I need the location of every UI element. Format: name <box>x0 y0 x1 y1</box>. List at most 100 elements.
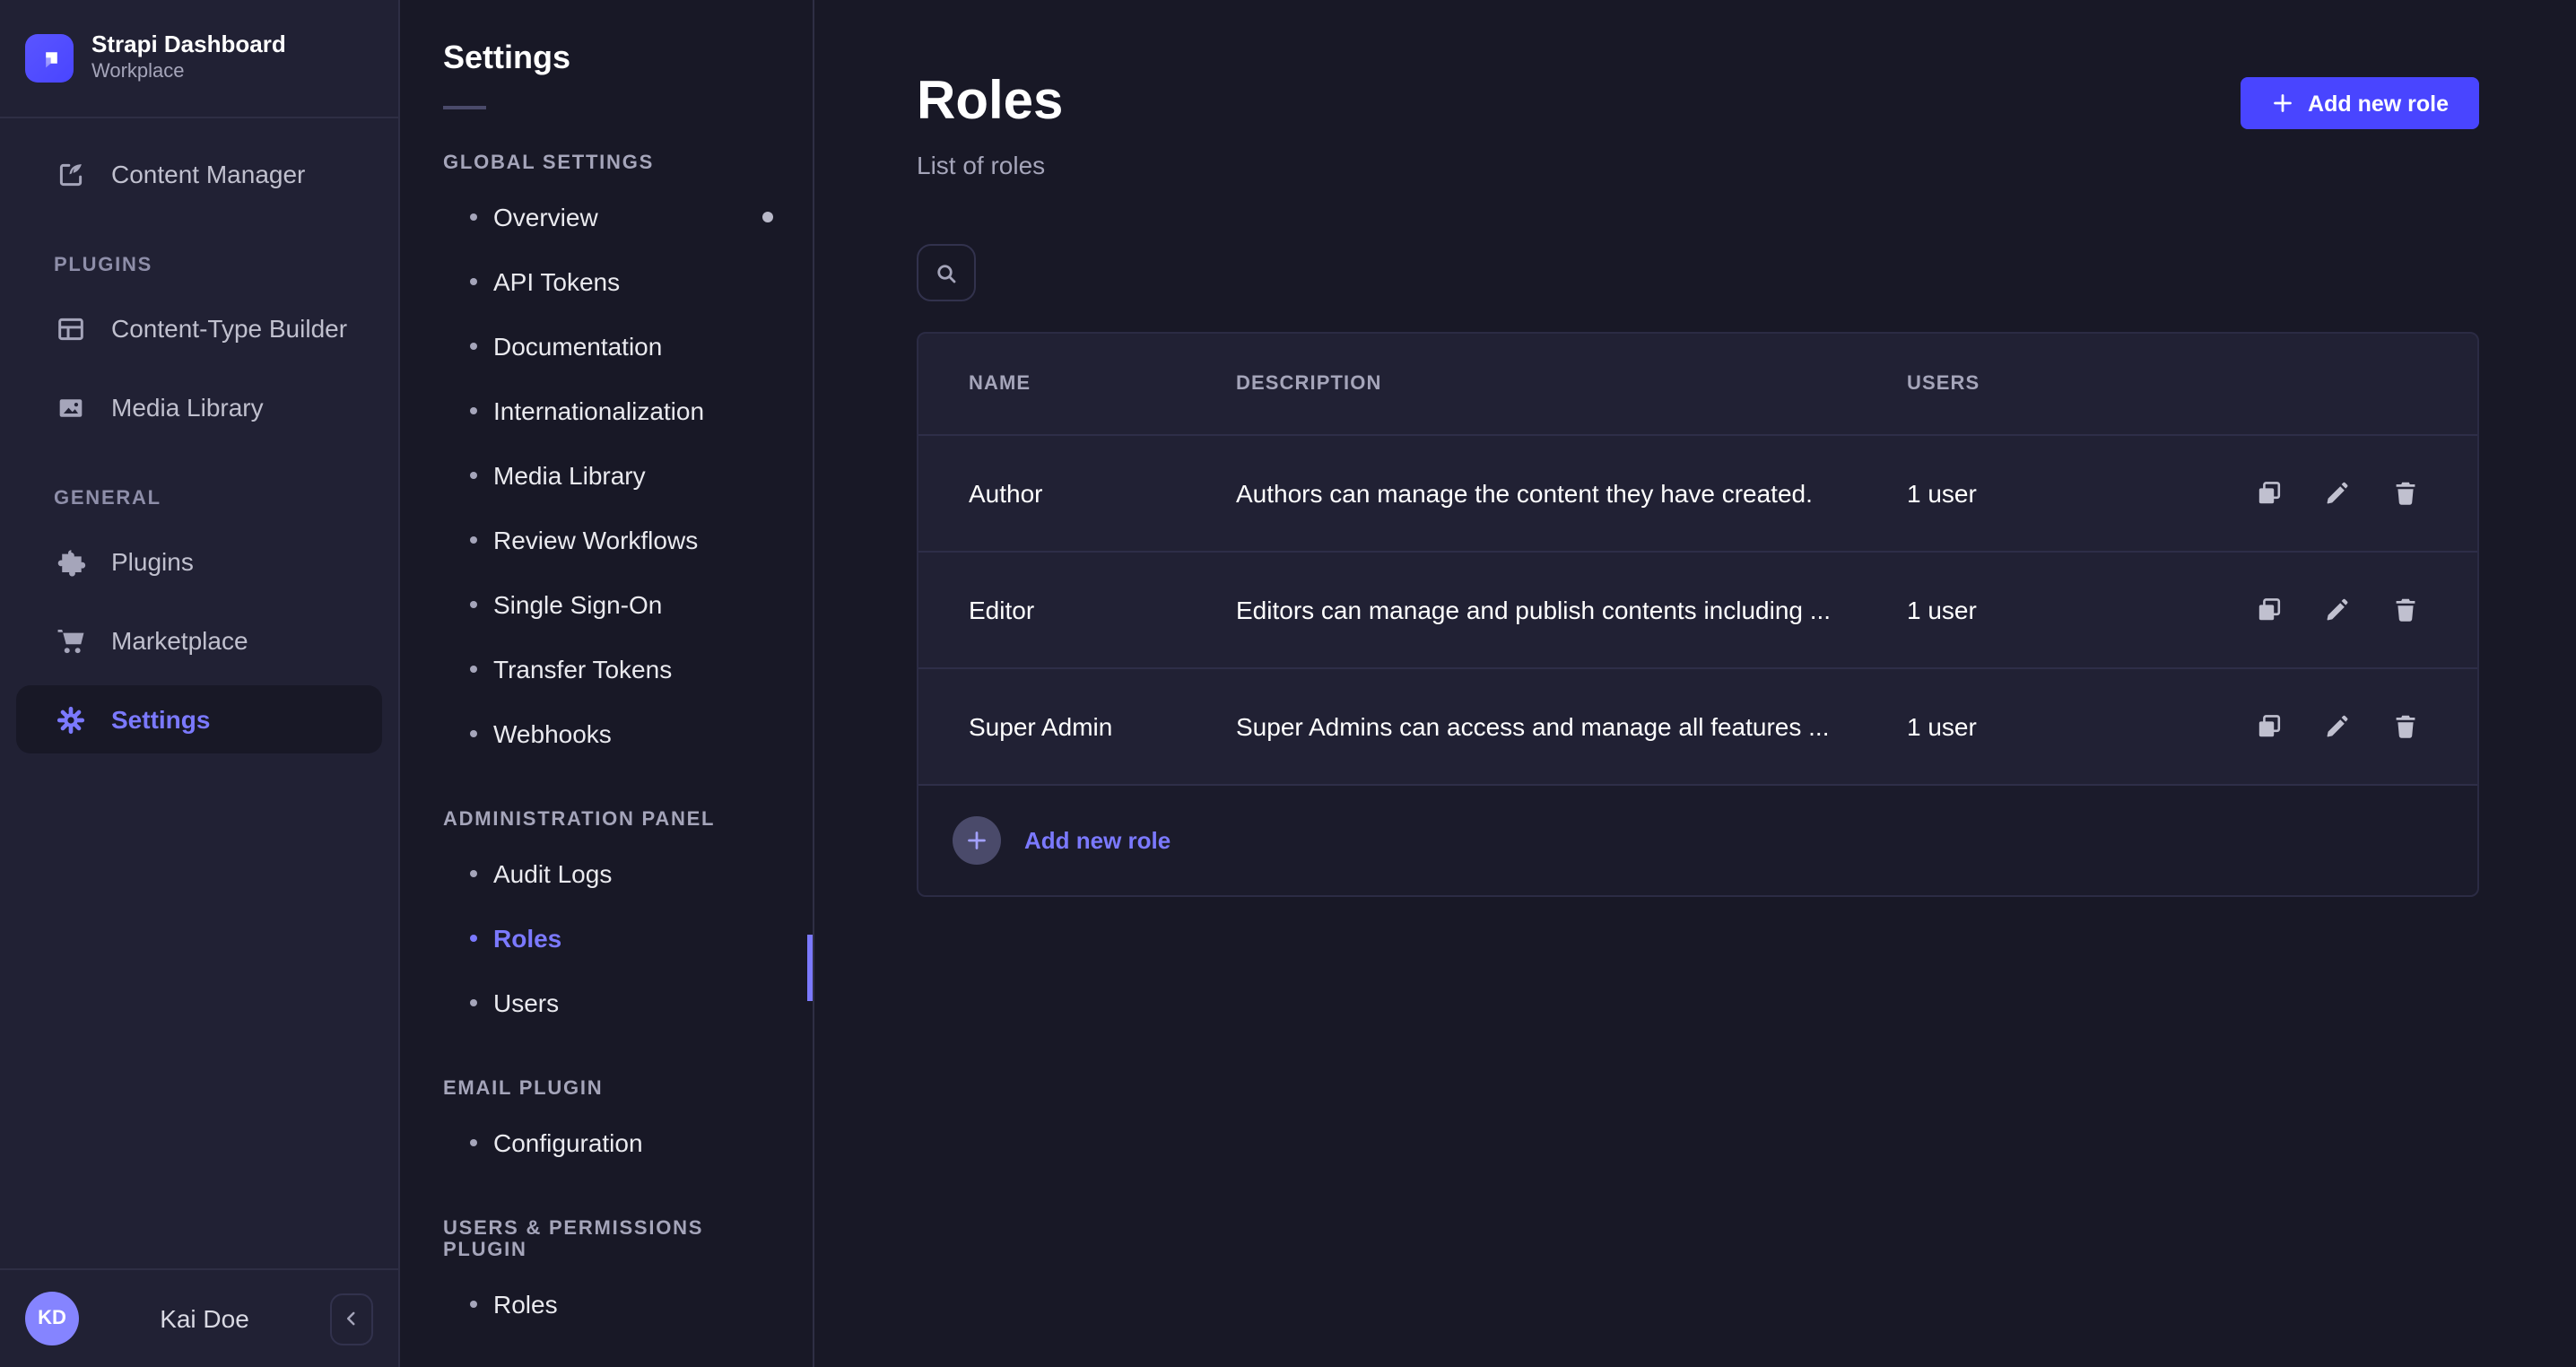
subnav-item-label: Webhooks <box>493 719 612 748</box>
subnav-section-global-settings: GLOBAL SETTINGS <box>443 152 770 174</box>
subnav-section-users-permissions-plugin: USERS & PERMISSIONS PLUGIN <box>443 1218 770 1261</box>
collapse-sidebar-button[interactable] <box>330 1293 373 1345</box>
delete-role-button[interactable] <box>2389 478 2420 509</box>
subnav-item-transfer-tokens[interactable]: Transfer Tokens <box>400 637 813 701</box>
subnav-section-email-plugin: EMAIL PLUGIN <box>443 1078 770 1100</box>
roles-table: NAME DESCRIPTION USERS Author Authors ca… <box>917 332 2479 897</box>
bullet-icon <box>470 472 477 479</box>
role-users: 1 user <box>1907 712 2242 741</box>
duplicate-icon <box>2254 596 2283 624</box>
active-item-indicator <box>807 935 813 1001</box>
edit-role-button[interactable] <box>2321 595 2352 625</box>
subnav-item-internationalization[interactable]: Internationalization <box>400 379 813 443</box>
subnav-item-label: Overview <box>493 203 598 231</box>
trash-icon <box>2390 479 2419 508</box>
role-description: Authors can manage the content they have… <box>1236 479 1907 508</box>
brand-block[interactable]: Strapi Dashboard Workplace <box>0 0 398 118</box>
bullet-icon <box>470 666 477 673</box>
edit-role-button[interactable] <box>2321 711 2352 742</box>
add-new-role-button[interactable]: Add new role <box>2240 77 2479 129</box>
media-library-icon <box>54 391 86 423</box>
bullet-icon <box>470 935 477 942</box>
subnav-item-single-sign-on[interactable]: Single Sign-On <box>400 572 813 637</box>
row-actions <box>2242 478 2477 509</box>
subnav-item-label: Configuration <box>493 1128 643 1157</box>
sidebar-item-label: Media Library <box>111 393 264 422</box>
table-footer-add-role[interactable]: Add new role <box>918 784 2477 895</box>
sidebar-item-label: Settings <box>111 705 210 734</box>
role-description: Editors can manage and publish contents … <box>1236 596 1907 624</box>
duplicate-role-button[interactable] <box>2253 711 2284 742</box>
subnav-item-media-library[interactable]: Media Library <box>400 443 813 508</box>
subnav-item-overview[interactable]: Overview <box>400 185 813 249</box>
subnav-item-label: Transfer Tokens <box>493 655 672 684</box>
settings-subnav: Settings GLOBAL SETTINGS Overview API To… <box>400 0 814 1367</box>
duplicate-icon <box>2254 712 2283 741</box>
delete-role-button[interactable] <box>2389 711 2420 742</box>
bullet-icon <box>470 730 477 737</box>
subnav-divider <box>443 106 486 109</box>
subnav-item-roles[interactable]: Roles <box>400 906 813 971</box>
content-manager-icon <box>54 158 86 190</box>
subnav-title: Settings <box>443 39 813 77</box>
subnav-item-review-workflows[interactable]: Review Workflows <box>400 508 813 572</box>
subnav-item-audit-logs[interactable]: Audit Logs <box>400 841 813 906</box>
subnav-item-api-tokens[interactable]: API Tokens <box>400 249 813 314</box>
bullet-icon <box>470 601 477 608</box>
subnav-item-up-roles[interactable]: Roles <box>400 1272 813 1337</box>
sidebar-user-footer: KD Kai Doe <box>0 1268 398 1367</box>
subnav-item-label: Audit Logs <box>493 859 612 888</box>
user-avatar[interactable]: KD <box>25 1292 79 1345</box>
main-content: Roles List of roles Add new role <box>814 0 2576 1367</box>
content-type-builder-icon <box>54 312 86 344</box>
delete-role-button[interactable] <box>2389 595 2420 625</box>
brand-subtitle: Workplace <box>91 60 286 86</box>
table-header-row: NAME DESCRIPTION USERS <box>918 334 2477 434</box>
subnav-item-configuration[interactable]: Configuration <box>400 1110 813 1175</box>
column-header-users: USERS <box>1907 373 2242 395</box>
sidebar-item-marketplace[interactable]: Marketplace <box>16 606 382 675</box>
table-row-author[interactable]: Author Authors can manage the content th… <box>918 434 2477 551</box>
plus-circle-icon <box>953 816 1001 865</box>
role-name: Author <box>969 479 1236 508</box>
sidebar-item-settings[interactable]: Settings <box>16 685 382 753</box>
column-header-description: DESCRIPTION <box>1236 373 1907 395</box>
subnav-section-administration-panel: ADMINISTRATION PANEL <box>443 809 770 831</box>
bullet-icon <box>470 343 477 350</box>
strapi-dashboard-app: Strapi Dashboard Workplace Content Manag… <box>0 0 2576 1367</box>
duplicate-role-button[interactable] <box>2253 478 2284 509</box>
subnav-item-documentation[interactable]: Documentation <box>400 314 813 379</box>
sidebar-item-media-library[interactable]: Media Library <box>16 373 382 441</box>
search-button[interactable] <box>917 244 976 301</box>
brand-title: Strapi Dashboard <box>91 30 286 60</box>
sidebar-item-label: Content Manager <box>111 160 305 188</box>
page-title-block: Roles List of roles <box>917 72 1063 179</box>
page-subtitle: List of roles <box>917 151 1063 179</box>
subnav-item-label: Internationalization <box>493 396 704 425</box>
user-name: Kai Doe <box>79 1304 330 1333</box>
role-name: Super Admin <box>969 712 1236 741</box>
duplicate-role-button[interactable] <box>2253 595 2284 625</box>
sidebar-item-plugins[interactable]: Plugins <box>16 527 382 596</box>
edit-pencil-icon <box>2322 712 2351 741</box>
strapi-logo-icon <box>25 34 74 83</box>
page-title: Roles <box>917 72 1063 133</box>
sidebar-item-content-type-builder[interactable]: Content-Type Builder <box>16 294 382 362</box>
sidebar-item-label: Marketplace <box>111 626 248 655</box>
row-actions <box>2242 711 2477 742</box>
table-row-editor[interactable]: Editor Editors can manage and publish co… <box>918 551 2477 667</box>
footer-add-role-label: Add new role <box>1024 827 1171 854</box>
chevron-left-icon <box>339 1306 364 1331</box>
subnav-item-webhooks[interactable]: Webhooks <box>400 701 813 766</box>
subnav-item-label: API Tokens <box>493 267 620 296</box>
subnav-item-label: Users <box>493 988 559 1017</box>
subnav-item-label: Roles <box>493 1290 558 1319</box>
sidebar-item-content-manager[interactable]: Content Manager <box>16 140 382 208</box>
subnav-item-label: Roles <box>493 924 561 953</box>
edit-role-button[interactable] <box>2321 478 2352 509</box>
search-icon <box>933 259 960 286</box>
table-row-super-admin[interactable]: Super Admin Super Admins can access and … <box>918 667 2477 784</box>
sidebar-item-label: Plugins <box>111 547 194 576</box>
subnav-item-label: Single Sign-On <box>493 590 662 619</box>
subnav-item-users[interactable]: Users <box>400 971 813 1035</box>
